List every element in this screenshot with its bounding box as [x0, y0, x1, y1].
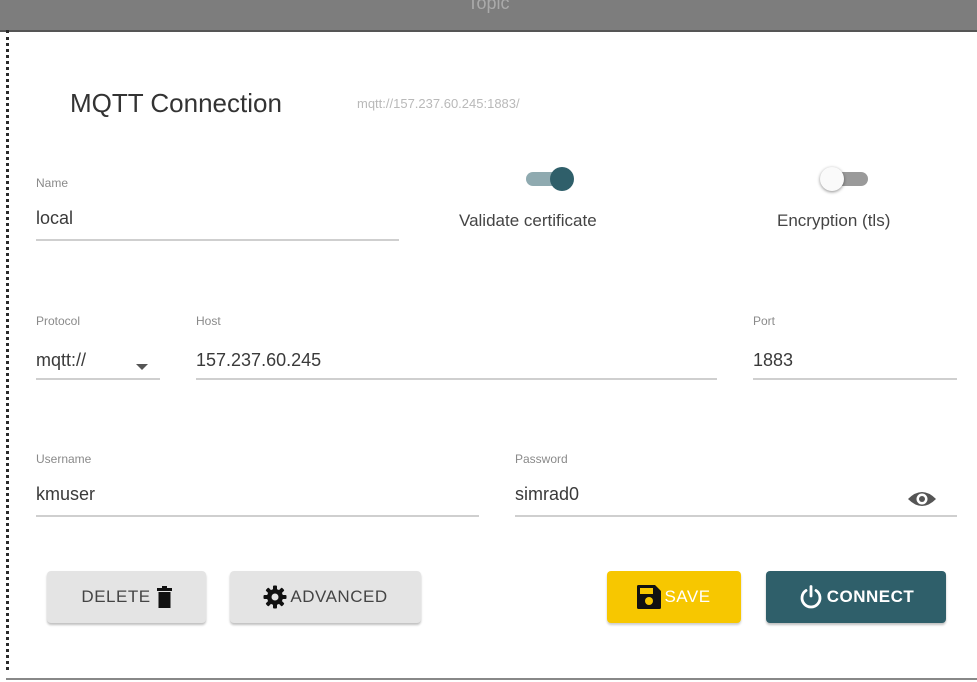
validate-certificate-thumb [550, 167, 574, 191]
validate-certificate-label: Validate certificate [459, 211, 597, 230]
connect-label: CONNECT [826, 587, 915, 606]
host-input[interactable]: 157.237.60.245 [196, 350, 321, 371]
caret-down-icon[interactable] [136, 358, 148, 376]
username-input[interactable]: kmuser [36, 484, 95, 505]
protocol-label: Protocol [36, 314, 81, 328]
topic-title: Topic [467, 0, 510, 13]
host-field[interactable]: Host 157.237.60.245 [196, 314, 717, 380]
dialog-title: MQTT Connection [70, 88, 282, 118]
username-label: Username [36, 452, 92, 466]
username-field[interactable]: Username kmuser [36, 452, 479, 518]
eye-icon[interactable] [907, 489, 937, 514]
protocol-select[interactable]: Protocol mqtt:// [36, 314, 160, 380]
gear-icon [263, 585, 287, 609]
host-label: Host [196, 314, 221, 328]
encryption-label: Encryption (tls) [777, 211, 891, 230]
left-border [6, 30, 9, 670]
password-field[interactable]: Password simrad0 [515, 452, 957, 518]
floppy-disk-icon [637, 585, 662, 609]
password-label: Password [515, 452, 568, 466]
protocol-value: mqtt:// [36, 350, 87, 370]
advanced-label: ADVANCED [290, 587, 388, 606]
advanced-button[interactable]: ADVANCED [230, 571, 421, 623]
password-underline [515, 515, 957, 517]
power-icon [798, 584, 824, 610]
connect-button[interactable]: CONNECT [766, 571, 946, 623]
bottom-border [6, 678, 977, 680]
name-underline [36, 239, 399, 241]
encryption-thumb [820, 167, 844, 191]
port-underline [753, 378, 957, 380]
protocol-underline [36, 378, 160, 380]
save-button[interactable]: SAVE [607, 571, 741, 623]
delete-label: DELETE [81, 587, 151, 606]
trash-icon [156, 586, 172, 608]
delete-button[interactable]: DELETE [47, 571, 206, 623]
save-label: SAVE [664, 587, 711, 606]
host-underline [196, 378, 717, 380]
username-underline [36, 515, 479, 517]
port-label: Port [753, 314, 776, 328]
connection-url: mqtt://157.237.60.245:1883/ [357, 96, 520, 111]
encryption-toggle[interactable] [816, 165, 876, 193]
password-input[interactable]: simrad0 [515, 484, 579, 505]
port-input[interactable]: 1883 [753, 350, 793, 371]
name-input[interactable]: local [36, 208, 73, 229]
name-field[interactable]: Name local [36, 176, 399, 242]
name-label: Name [36, 176, 69, 190]
validate-certificate-toggle[interactable] [522, 165, 582, 193]
port-field[interactable]: Port 1883 [753, 314, 957, 380]
topic-bar: Topic [0, 0, 977, 32]
